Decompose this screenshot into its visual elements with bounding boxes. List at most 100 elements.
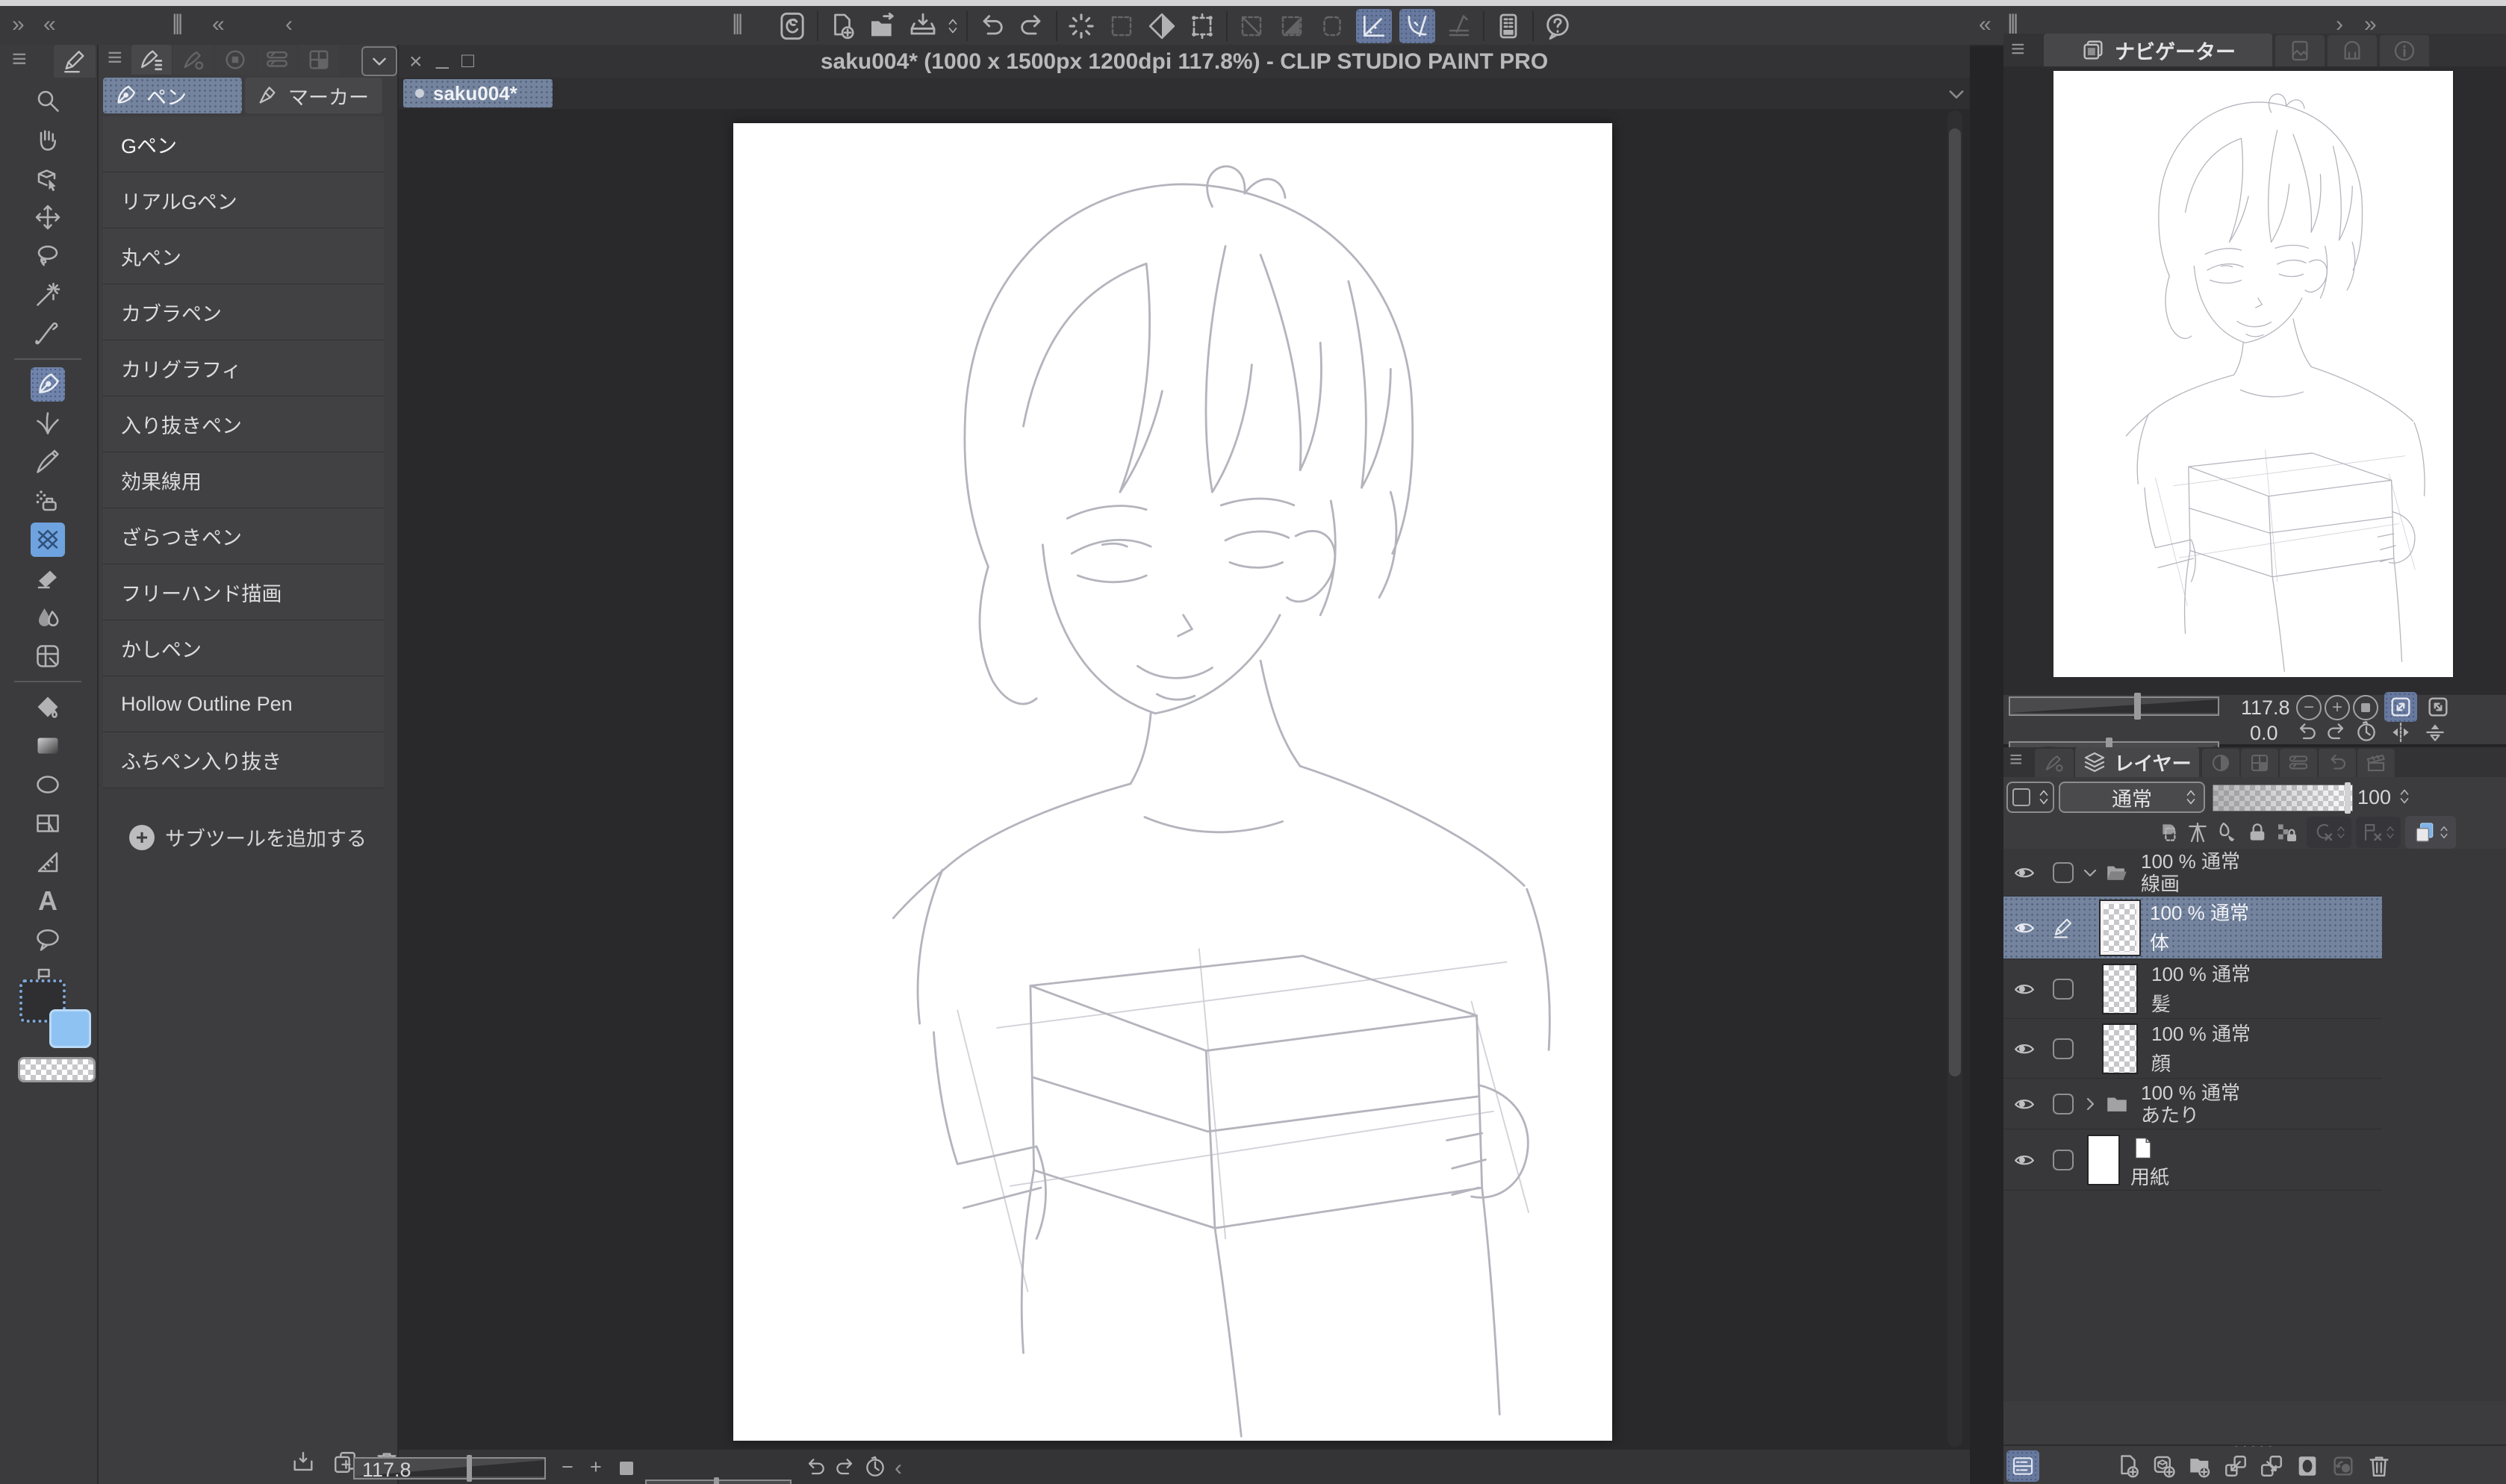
- layer-checkbox[interactable]: [2045, 979, 2081, 1000]
- navigator-rotate-left-button[interactable]: [2293, 719, 2320, 746]
- subtool-item-effect-line[interactable]: 効果線用: [103, 452, 384, 508]
- panel-grip2-icon[interactable]: |||: [732, 12, 740, 34]
- subtool-tab-active[interactable]: [131, 45, 172, 75]
- layer-row-kami[interactable]: 100 % 通常 髪: [2003, 959, 2382, 1019]
- rotate-right-button[interactable]: [832, 1454, 859, 1481]
- expand-right2-icon[interactable]: »: [2364, 13, 2377, 36]
- reselect-button[interactable]: [1105, 9, 1138, 43]
- canvas-page[interactable]: [733, 123, 1612, 1441]
- navigator-rotate-right-button[interactable]: [2323, 719, 2350, 746]
- layer-palette-view-button[interactable]: [2006, 1450, 2039, 1482]
- expand-right-icon[interactable]: ›: [2336, 13, 2343, 36]
- reset-rotation-button[interactable]: [862, 1454, 889, 1481]
- save-options-spinner[interactable]: [947, 9, 959, 43]
- lock-transparent-pixels-button[interactable]: [2272, 817, 2302, 847]
- layer-checkbox[interactable]: [2045, 1094, 2081, 1114]
- navigator-reset-rotation-button[interactable]: [2353, 719, 2380, 746]
- pen-tool[interactable]: [31, 367, 65, 402]
- statusbar-collapse-icon[interactable]: ‹: [895, 1457, 902, 1480]
- vertical-scrollbar-thumb[interactable]: [1949, 128, 1961, 1076]
- snap-to-grid-button[interactable]: [1443, 9, 1476, 43]
- invert-selection-button[interactable]: [1145, 9, 1178, 43]
- help-button[interactable]: [1541, 9, 1574, 43]
- subtool-item-fuchi-pen[interactable]: ふちペン入り抜き: [103, 732, 384, 788]
- new-layer-button[interactable]: [2113, 1450, 2143, 1482]
- fit-to-area-button[interactable]: [2422, 692, 2454, 722]
- transparent-color-swatch[interactable]: [18, 1057, 96, 1082]
- collapse-canvas-icon[interactable]: ‹: [285, 13, 293, 36]
- ruler-tool[interactable]: [31, 845, 65, 879]
- snap-to-ruler-button[interactable]: [1356, 9, 1392, 43]
- subtool-item-kabura-pen[interactable]: カブラペン: [103, 284, 384, 340]
- subtool-item-rough-pen[interactable]: ざらつきペン: [103, 508, 384, 564]
- layer-row-youshi[interactable]: 用紙: [2003, 1129, 2382, 1191]
- panel-grip3-icon[interactable]: |||: [2007, 12, 2015, 34]
- subtool-item-freehand[interactable]: フリーハンド描画: [103, 564, 384, 620]
- tab-marker[interactable]: マーカー: [245, 78, 382, 113]
- opacity-slider[interactable]: [2213, 785, 2353, 811]
- gradient-tool[interactable]: [31, 729, 65, 763]
- navigator-zoom-out-button[interactable]: −: [2296, 695, 2322, 720]
- tab-pen[interactable]: ペン: [103, 78, 242, 113]
- import-subtool-button[interactable]: [289, 1448, 317, 1477]
- layer-row-senga[interactable]: 100 % 通常 線画: [2003, 849, 2382, 897]
- rotation-slider[interactable]: 0.0: [645, 1480, 792, 1484]
- zoom-out-button[interactable]: −: [562, 1456, 573, 1479]
- tone-button[interactable]: [2183, 817, 2213, 847]
- enable-mask-button[interactable]: [2307, 817, 2351, 848]
- fit-to-window-button[interactable]: [2384, 692, 2417, 722]
- new-vector-layer-button[interactable]: [2149, 1450, 2179, 1482]
- folder-expand-chevron-icon[interactable]: [2081, 864, 2099, 882]
- airbrush-tool[interactable]: [31, 484, 65, 518]
- subtool-item-calligraphy[interactable]: カリグラフィ: [103, 340, 384, 396]
- tool-property-tab[interactable]: [173, 45, 214, 75]
- decoration-tool[interactable]: [31, 406, 65, 440]
- subtool-menu-icon[interactable]: ≡: [108, 45, 122, 70]
- navigator-zoom-handle[interactable]: [2134, 693, 2141, 720]
- border-of-selection-icon[interactable]: [1235, 9, 1268, 43]
- operation-object-tool[interactable]: [31, 161, 65, 196]
- fill-tool[interactable]: [31, 690, 65, 724]
- add-subtool-button[interactable]: + サブツールを追加する: [99, 823, 397, 852]
- rotation-slider-handle[interactable]: [714, 1477, 719, 1484]
- draft-layer-button[interactable]: [2213, 817, 2242, 847]
- vertical-scrollbar[interactable]: [1947, 110, 1962, 1447]
- tab-layer-color[interactable]: [2241, 749, 2278, 777]
- tab-layer[interactable]: レイヤー: [2075, 747, 2199, 777]
- folder-collapsed-chevron-icon[interactable]: [2081, 1095, 2099, 1113]
- tab-layer-property[interactable]: [2035, 749, 2074, 777]
- new-document-button[interactable]: [826, 9, 859, 43]
- layer-checkbox[interactable]: [2045, 1150, 2081, 1170]
- ruler-range-button[interactable]: [2356, 817, 2401, 848]
- auto-select-tool[interactable]: [31, 278, 65, 312]
- hand-tool[interactable]: [31, 122, 65, 157]
- navigator-zoom-in-button[interactable]: +: [2325, 695, 2350, 720]
- selection-launcher-icon[interactable]: [1316, 9, 1349, 43]
- zoom-in-button[interactable]: +: [590, 1456, 602, 1479]
- visibility-eye-icon[interactable]: [2003, 1038, 2045, 1060]
- frame-border-tool[interactable]: [31, 806, 65, 841]
- flip-vertical-button[interactable]: [2422, 719, 2449, 746]
- zoom-slider[interactable]: 117.8: [353, 1457, 546, 1480]
- texture-pen-tool[interactable]: [31, 523, 65, 557]
- tab-navigator[interactable]: ナビゲーター: [2044, 34, 2272, 66]
- tab-item-bank[interactable]: [2328, 35, 2377, 66]
- subtool-item-kashi-pen[interactable]: かしペン: [103, 620, 384, 676]
- navigator-actual-size-button[interactable]: [2353, 695, 2378, 720]
- zoom-slider-handle[interactable]: [467, 1455, 472, 1482]
- tab-history[interactable]: [2319, 749, 2356, 777]
- opacity-slider-handle[interactable]: [2345, 782, 2351, 814]
- layer-checkbox[interactable]: [2045, 862, 2081, 883]
- layer-menu-icon[interactable]: ≡: [2009, 749, 2023, 771]
- snap-to-special-ruler-button[interactable]: [1399, 9, 1435, 43]
- sub-color-swatch[interactable]: [49, 1009, 91, 1048]
- redo-button[interactable]: [1016, 9, 1048, 43]
- collapse-left-icon[interactable]: »: [12, 13, 25, 36]
- workspace-panel-button[interactable]: [1492, 9, 1525, 43]
- subtool-item-real-gpen[interactable]: リアルGペン: [103, 172, 384, 228]
- navigator-preview-area[interactable]: [2003, 66, 2506, 695]
- subtool-item-gpen[interactable]: Gペン: [103, 116, 384, 172]
- brush-size-tab[interactable]: [215, 45, 255, 75]
- create-layer-mask-button[interactable]: [2292, 1450, 2322, 1482]
- transform-button[interactable]: [1186, 9, 1219, 43]
